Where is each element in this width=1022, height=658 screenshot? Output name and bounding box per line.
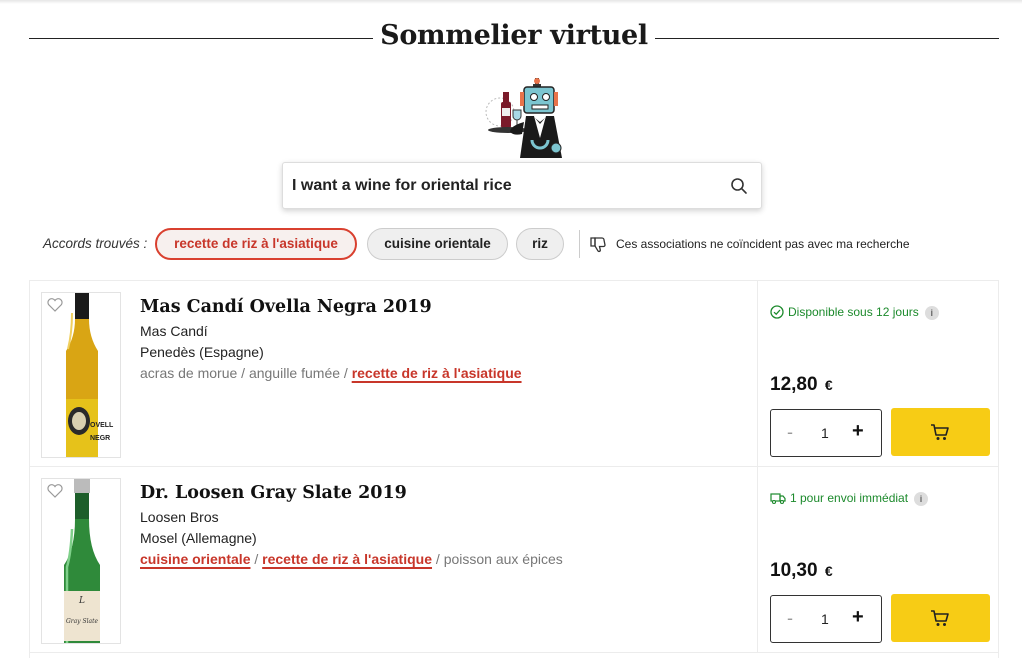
product-price: 10,30 € <box>770 560 833 582</box>
product-card: L Gray Slate Dr. Loosen Gray Slate 2019 … <box>30 467 998 653</box>
search-icon[interactable] <box>730 177 748 195</box>
purchase-panel: 1 pour envoi immédiat i 10,30 € - 1 + <box>757 467 998 652</box>
cart-icon <box>931 424 949 440</box>
svg-text:L: L <box>78 596 85 606</box>
product-card: OVELL NEGR Mas Candí Ovella Negra 2019 M… <box>30 281 998 467</box>
decrement-button[interactable]: - <box>787 422 793 443</box>
pairings-found-bar: Accords trouvés : recette de riz à l'asi… <box>43 228 1003 260</box>
tag-separator: / <box>250 551 263 567</box>
pairing-tag-matched[interactable]: recette de riz à l'asiatique <box>352 365 522 381</box>
product-pairings: cuisine orientale / recette de riz à l'a… <box>140 551 563 567</box>
increment-button[interactable]: + <box>852 606 864 629</box>
wine-bottle-image: L Gray Slate <box>64 479 100 643</box>
add-to-cart-button[interactable] <box>891 408 990 456</box>
increment-button[interactable]: + <box>852 420 864 443</box>
pairing-tag: anguille fumée <box>248 365 341 381</box>
product-name[interactable]: Dr. Loosen Gray Slate 2019 <box>140 483 407 503</box>
top-shadow <box>0 0 1022 4</box>
delivery-truck-icon <box>770 493 786 505</box>
pairing-chip-oriental-cuisine[interactable]: cuisine orientale <box>367 228 508 260</box>
pairing-tag: acras de morue <box>140 365 238 381</box>
info-icon[interactable]: i <box>914 492 929 506</box>
pairing-tag-matched[interactable]: recette de riz à l'asiatique <box>262 551 432 567</box>
availability-status: Disponible sous 12 jours i <box>770 305 939 320</box>
divider <box>579 230 580 258</box>
page-header: Sommelier virtuel <box>29 20 999 58</box>
sommelier-robot-illustration <box>485 78 562 158</box>
price-value: 10,30 <box>770 560 818 581</box>
product-producer: Loosen Bros <box>140 509 219 525</box>
pairing-chip-rice[interactable]: riz <box>516 228 564 260</box>
pairings-label: Accords trouvés : <box>43 236 148 251</box>
product-name[interactable]: Mas Candí Ovella Negra 2019 <box>140 297 432 317</box>
tag-separator: / <box>432 551 444 567</box>
price-value: 12,80 <box>770 374 818 395</box>
page-title: Sommelier virtuel <box>380 20 648 51</box>
product-region: Penedès (Espagne) <box>140 344 264 360</box>
bottle-label-text: Gray Slate <box>66 618 99 625</box>
check-circle-icon <box>770 305 784 319</box>
dislike-pairings-link[interactable]: Ces associations ne coïncident pas avec … <box>616 237 910 251</box>
cart-icon <box>931 610 949 626</box>
heart-icon[interactable] <box>46 297 64 313</box>
quantity-stepper: - 1 + <box>770 595 882 643</box>
search-input[interactable] <box>292 173 712 199</box>
tag-separator: / <box>237 365 249 381</box>
bottle-label-text: NEGR <box>90 435 110 442</box>
tag-separator: / <box>340 365 352 381</box>
quantity-value[interactable]: 1 <box>821 611 829 627</box>
heart-icon[interactable] <box>46 483 64 499</box>
quantity-value[interactable]: 1 <box>821 425 829 441</box>
decrement-button[interactable]: - <box>787 608 793 629</box>
price-currency: € <box>824 377 833 393</box>
pairing-tag: poisson aux épices <box>443 551 563 567</box>
add-to-cart-button[interactable] <box>891 594 990 642</box>
availability-text: 1 pour envoi immédiat <box>790 491 909 505</box>
info-icon[interactable]: i <box>924 306 939 320</box>
product-region: Mosel (Allemagne) <box>140 530 257 546</box>
thumbs-down-icon[interactable] <box>589 235 607 253</box>
product-pairings: acras de morue / anguille fumée / recett… <box>140 365 522 381</box>
pairing-chip-asian-rice[interactable]: recette de riz à l'asiatique <box>155 228 357 260</box>
title-rule-right <box>655 38 999 39</box>
pairing-tag-matched[interactable]: cuisine orientale <box>140 551 250 567</box>
purchase-panel: Disponible sous 12 jours i 12,80 € - 1 + <box>757 281 998 466</box>
wine-bottle-image: OVELL NEGR <box>66 293 114 457</box>
product-image[interactable]: L Gray Slate <box>41 478 121 644</box>
product-list: OVELL NEGR Mas Candí Ovella Negra 2019 M… <box>29 280 999 658</box>
availability-text: Disponible sous 12 jours <box>788 305 919 319</box>
product-price: 12,80 € <box>770 374 833 396</box>
price-currency: € <box>824 563 833 579</box>
product-image[interactable]: OVELL NEGR <box>41 292 121 458</box>
quantity-stepper: - 1 + <box>770 409 882 457</box>
product-producer: Mas Candí <box>140 323 208 339</box>
bottle-label-text: OVELL <box>90 422 114 429</box>
availability-status: 1 pour envoi immédiat i <box>770 491 929 506</box>
search-box <box>282 162 762 209</box>
